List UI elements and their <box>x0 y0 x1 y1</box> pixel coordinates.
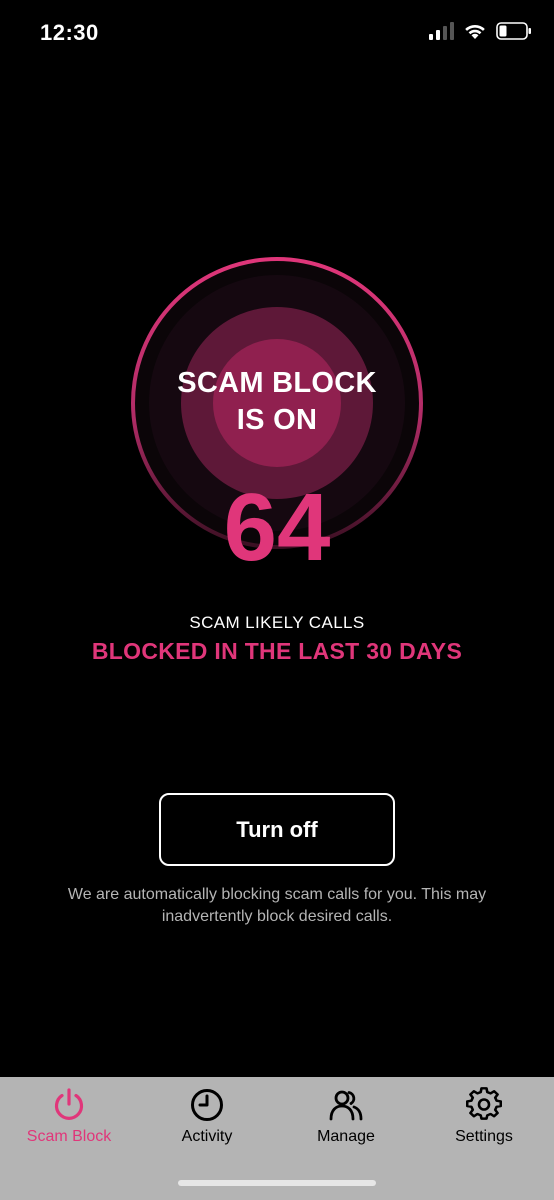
wifi-icon <box>465 24 485 39</box>
status-bar: 12:30 <box>0 0 554 66</box>
battery-icon <box>496 22 531 40</box>
turn-off-button[interactable]: Turn off <box>159 793 395 866</box>
blocked-caption: SCAM LIKELY CALLS <box>189 613 365 632</box>
scam-block-status-title: SCAM BLOCK IS ON <box>0 365 554 439</box>
blocked-period-caption: BLOCKED IN THE LAST 30 DAYS <box>91 638 463 664</box>
cellular-signal-icon <box>429 22 454 40</box>
status-title-line1: SCAM BLOCK <box>177 367 377 399</box>
tab-label: Scam Block <box>26 1128 112 1145</box>
tab-manage[interactable]: Manage <box>277 1087 415 1157</box>
blocked-count: 64 <box>223 474 331 581</box>
home-indicator[interactable] <box>178 1180 376 1186</box>
tab-label: Manage <box>317 1128 375 1145</box>
disclaimer-text: We are automatically blocking scam calls… <box>67 886 487 925</box>
tab-label: Settings <box>455 1128 513 1145</box>
power-icon <box>54 1088 84 1120</box>
status-title-line2: IS ON <box>236 404 318 436</box>
status-icons <box>429 22 532 40</box>
tab-scam-block[interactable]: Scam Block <box>0 1087 138 1157</box>
clock-icon <box>191 1089 223 1121</box>
gear-icon <box>466 1087 502 1120</box>
people-icon <box>329 1090 363 1121</box>
tab-label: Activity <box>181 1128 233 1145</box>
tab-activity[interactable]: Activity <box>138 1087 276 1157</box>
status-time: 12:30 <box>40 20 99 45</box>
tab-settings[interactable]: Settings <box>415 1087 553 1157</box>
